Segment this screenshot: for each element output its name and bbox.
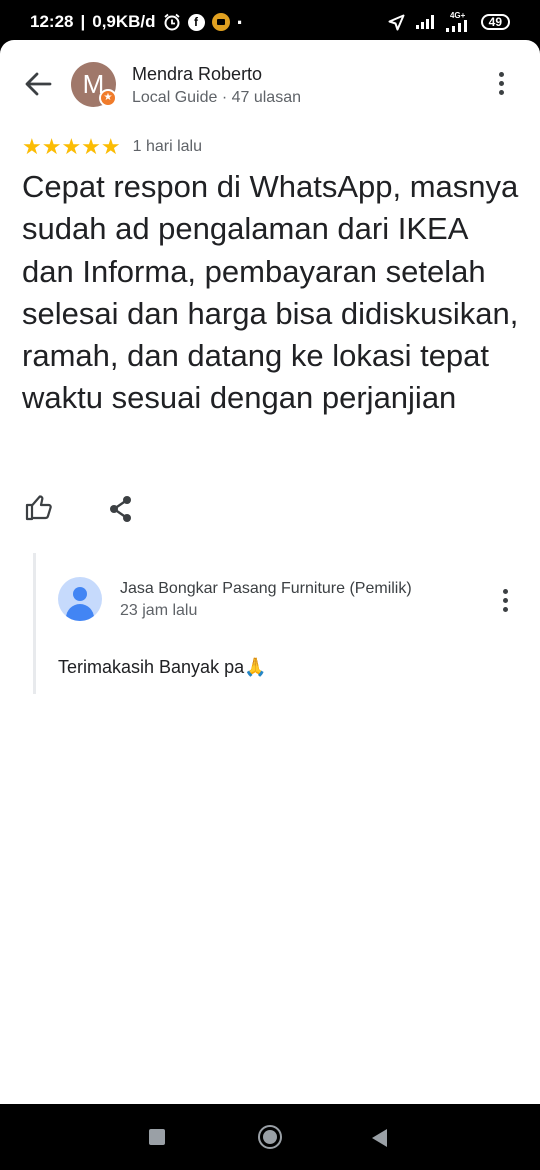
battery-icon: 49 xyxy=(480,14,510,30)
review-date: 1 hari lalu xyxy=(132,138,202,155)
reviewer-name[interactable]: Mendra Roberto xyxy=(132,64,262,85)
back-button[interactable] xyxy=(22,70,54,98)
notification-dot-icon: · xyxy=(236,9,244,35)
network-type-label: 4G+ xyxy=(449,11,466,20)
share-button[interactable] xyxy=(108,495,134,523)
home-button[interactable] xyxy=(258,1125,282,1149)
system-navigation-bar xyxy=(0,1104,540,1170)
more-vert-dot xyxy=(502,607,508,612)
review-header: M ★ Mendra Roberto Local Guide · 47 ulas… xyxy=(0,40,540,130)
person-icon-body xyxy=(66,604,94,621)
like-button[interactable] xyxy=(24,493,54,523)
recent-apps-button[interactable] xyxy=(149,1129,165,1145)
facebook-icon: f xyxy=(187,13,205,31)
system-back-button[interactable] xyxy=(372,1129,387,1147)
reviewer-meta: Local Guide · 47 ulasan xyxy=(132,89,301,106)
local-guide-star-icon: ★ xyxy=(99,89,117,107)
location-icon xyxy=(388,14,405,31)
more-vert-icon xyxy=(498,72,504,77)
more-vert-icon xyxy=(502,589,508,594)
thumb-up-icon xyxy=(25,495,52,521)
owner-avatar xyxy=(58,577,102,621)
more-vert-dot xyxy=(498,81,504,86)
owner-name: Jasa Bongkar Pasang Furniture (Pemilik) xyxy=(120,580,412,597)
arrow-back-icon xyxy=(25,72,52,96)
owner-reply-text: Terimakasih Banyak pa🙏 xyxy=(58,657,267,677)
status-separator: | xyxy=(80,12,86,31)
status-time: 12:28 xyxy=(30,12,74,31)
review-detail-sheet: M ★ Mendra Roberto Local Guide · 47 ulas… xyxy=(0,40,540,1104)
network-speed: 0,9KB/d xyxy=(92,12,156,31)
signal-icon xyxy=(415,14,435,30)
owner-reply-time: 23 jam lalu xyxy=(120,602,198,619)
person-icon xyxy=(73,587,87,601)
share-icon xyxy=(110,496,131,522)
more-vert-dot xyxy=(502,598,508,603)
signal-4g-icon: 4G+ xyxy=(445,12,471,32)
review-more-options-button[interactable] xyxy=(489,72,513,98)
reply-more-options-button[interactable] xyxy=(493,589,517,615)
youtube-icon xyxy=(211,13,230,31)
owner-reply: Jasa Bongkar Pasang Furniture (Pemilik) … xyxy=(33,553,523,694)
more-vert-dot xyxy=(498,90,504,95)
rating-row: ★★★★★ 1 hari lalu xyxy=(22,136,202,158)
status-bar: 12:28 | 0,9KB/d f · 4G+ 49 xyxy=(0,0,540,44)
star-rating: ★★★★★ xyxy=(22,134,121,159)
review-text: Cepat respon di WhatsApp, masnya sudah a… xyxy=(22,169,519,416)
alarm-icon xyxy=(163,13,181,31)
